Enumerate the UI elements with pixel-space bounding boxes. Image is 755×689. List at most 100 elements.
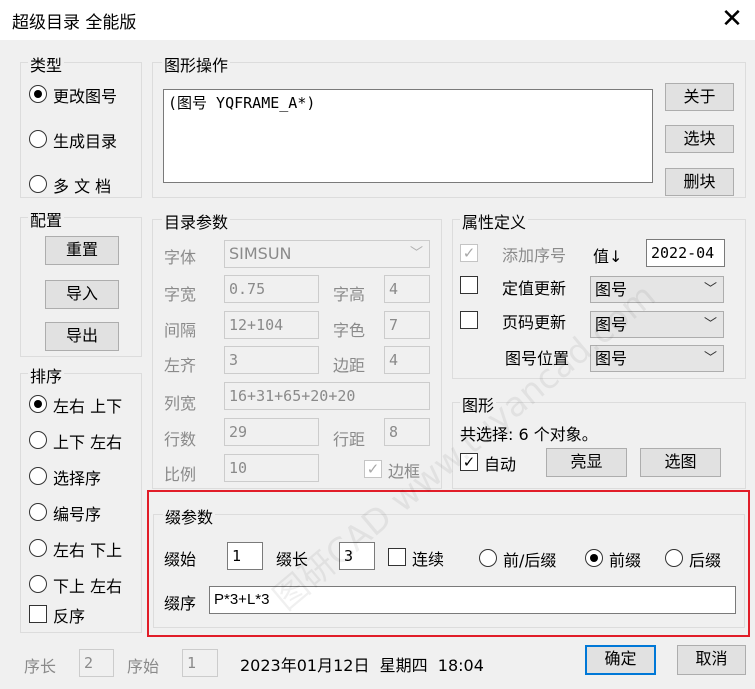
reverse-label: 反序 xyxy=(53,607,86,626)
cancel-button[interactable]: 取消 xyxy=(677,645,746,675)
spacing-label: 间隔 xyxy=(164,321,197,340)
auto-label: 自动 xyxy=(484,455,517,474)
suffix-start-field[interactable]: 1 xyxy=(227,542,263,570)
radio-sort-selection[interactable] xyxy=(29,467,47,485)
left-align-field[interactable]: 3 xyxy=(224,346,319,374)
border-checkbox[interactable]: ✓ xyxy=(364,460,382,478)
chevron-down-icon: ﹀ xyxy=(703,317,717,332)
select-block-button[interactable]: 选块 xyxy=(665,125,734,153)
catalog-params-label: 目录参数 xyxy=(162,209,231,233)
fixed-update-checkbox[interactable] xyxy=(460,276,478,294)
char-height-label: 字高 xyxy=(333,285,366,304)
radio-sort-bt-lr[interactable] xyxy=(29,575,47,593)
page-update-checkbox[interactable] xyxy=(460,311,478,329)
type-group-label: 类型 xyxy=(28,52,65,76)
ok-button[interactable]: 确定 xyxy=(585,645,656,675)
import-button[interactable]: 导入 xyxy=(45,280,119,309)
col-width-label: 列宽 xyxy=(164,394,197,413)
highlight-button[interactable]: 亮显 xyxy=(546,448,627,477)
add-seq-label: 添加序号 xyxy=(502,246,567,265)
radio-multi-document[interactable] xyxy=(29,175,47,193)
radio-sort-lr-tb[interactable] xyxy=(29,395,47,413)
drawing-pos-label: 图号位置 xyxy=(505,349,570,368)
close-icon[interactable]: ✕ xyxy=(719,4,745,34)
chevron-down-icon: ﹀ xyxy=(409,246,423,261)
radio-label: 下上 左右 xyxy=(53,577,123,596)
radio-label: 上下 左右 xyxy=(53,433,123,452)
attr-group-label: 属性定义 xyxy=(460,209,529,233)
border-label: 边框 xyxy=(388,462,421,481)
margin-label: 边距 xyxy=(333,356,366,375)
value-field[interactable]: 2022-04 xyxy=(646,239,725,267)
select-value: 图号 xyxy=(595,280,628,299)
font-value: SIMSUN xyxy=(229,244,292,263)
suffix-length-field[interactable]: 3 xyxy=(339,542,375,570)
chevron-down-icon: ﹀ xyxy=(703,282,717,297)
seq-len-field[interactable]: 2 xyxy=(79,649,114,677)
shape-group-label: 图形 xyxy=(460,392,497,416)
radio-label: 左右 上下 xyxy=(53,397,123,416)
fixed-update-label: 定值更新 xyxy=(502,279,567,298)
suffix-start-label: 缀始 xyxy=(164,550,197,569)
selection-count-text: 共选择: 6 个对象。 xyxy=(460,425,598,444)
radio-sort-lr-bt[interactable] xyxy=(29,539,47,557)
char-color-field[interactable]: 7 xyxy=(384,311,430,339)
col-width-field[interactable]: 16+31+65+20+20 xyxy=(224,382,430,410)
radio-label: 后缀 xyxy=(689,551,722,570)
suffix-params-label: 缀参数 xyxy=(163,504,216,528)
sort-group-label: 排序 xyxy=(28,363,65,387)
spacing-field[interactable]: 12+104 xyxy=(224,311,319,339)
suffix-order-field[interactable]: P*3+L*3 xyxy=(209,586,736,614)
seq-len-label: 序长 xyxy=(24,657,57,676)
scale-field[interactable]: 10 xyxy=(224,454,319,482)
radio-label: 生成目录 xyxy=(53,132,118,151)
window-title: 超级目录 全能版 xyxy=(12,13,137,33)
reverse-checkbox[interactable] xyxy=(29,605,47,623)
continuous-label: 连续 xyxy=(412,550,445,569)
fixed-update-select[interactable]: 图号 ﹀ xyxy=(590,276,724,303)
rows-label: 行数 xyxy=(164,430,197,449)
char-width-field[interactable]: 0.75 xyxy=(224,275,319,303)
add-seq-checkbox[interactable]: ✓ xyxy=(460,244,478,262)
radio-label: 前/后缀 xyxy=(503,551,557,570)
ops-textarea[interactable]: (图号 YQFRAME_A*) xyxy=(163,89,653,183)
about-button[interactable]: 关于 xyxy=(665,83,734,111)
row-gap-field[interactable]: 8 xyxy=(384,418,430,446)
select-drawing-button[interactable]: 选图 xyxy=(640,448,721,477)
radio-label: 选择序 xyxy=(53,469,102,488)
char-height-field[interactable]: 4 xyxy=(384,275,430,303)
export-button[interactable]: 导出 xyxy=(45,322,119,351)
radio-generate-catalog[interactable] xyxy=(29,130,47,148)
row-gap-label: 行距 xyxy=(333,430,366,449)
page-update-label: 页码更新 xyxy=(502,313,567,332)
radio-prefix[interactable] xyxy=(585,549,603,567)
scale-label: 比例 xyxy=(164,465,197,484)
drawing-pos-select[interactable]: 图号 ﹀ xyxy=(590,345,724,372)
continuous-checkbox[interactable] xyxy=(388,548,406,566)
radio-suffix[interactable] xyxy=(665,549,683,567)
margin-field[interactable]: 4 xyxy=(384,346,430,374)
radio-label: 编号序 xyxy=(53,505,102,524)
seq-start-field[interactable]: 1 xyxy=(182,649,218,677)
reset-button[interactable]: 重置 xyxy=(45,236,119,265)
radio-sort-number[interactable] xyxy=(29,503,47,521)
font-label: 字体 xyxy=(164,248,197,267)
seq-start-label: 序始 xyxy=(127,657,160,676)
config-group-label: 配置 xyxy=(28,207,65,231)
radio-prefix-suffix[interactable] xyxy=(479,549,497,567)
page-update-select[interactable]: 图号 ﹀ xyxy=(590,311,724,338)
rows-field[interactable]: 29 xyxy=(224,418,319,446)
delete-block-button[interactable]: 删块 xyxy=(665,168,734,196)
radio-label: 更改图号 xyxy=(53,87,118,106)
radio-sort-tb-lr[interactable] xyxy=(29,431,47,449)
radio-label: 前缀 xyxy=(609,551,642,570)
char-color-label: 字色 xyxy=(333,321,366,340)
radio-change-drawing-number[interactable] xyxy=(29,85,47,103)
suffix-order-label: 缀序 xyxy=(164,594,197,613)
datetime-text: 2023年01月12日 星期四 18:04 xyxy=(240,656,484,675)
select-value: 图号 xyxy=(595,349,628,368)
select-value: 图号 xyxy=(595,315,628,334)
auto-checkbox[interactable]: ✓ xyxy=(460,453,478,471)
value-label: 值↓ xyxy=(593,247,623,266)
font-select[interactable]: SIMSUN ﹀ xyxy=(224,240,430,268)
